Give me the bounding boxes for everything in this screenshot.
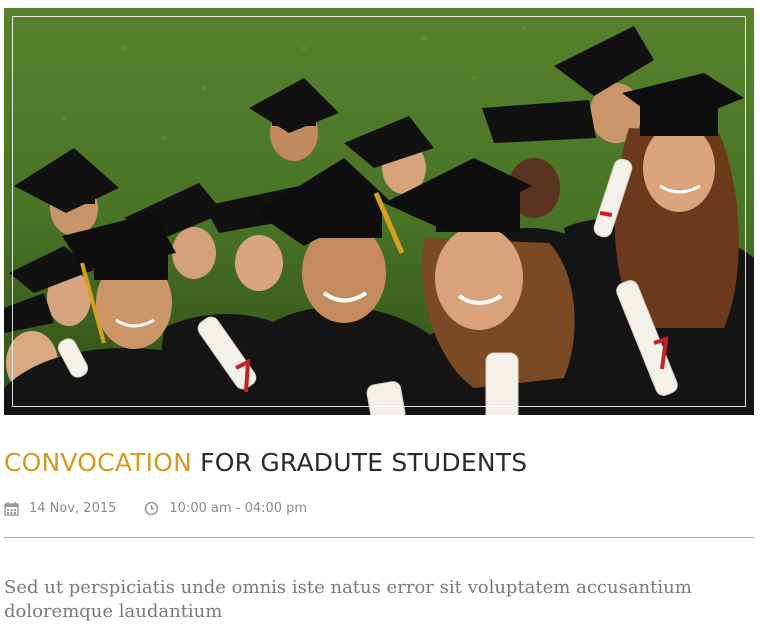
graduates-photo [4, 8, 754, 415]
event-excerpt: Sed ut perspiciatis unde omnis iste natu… [4, 577, 692, 622]
event-date: 14 Nov, 2015 [4, 501, 116, 516]
event-time-text: 10:00 am - 04:00 pm [169, 500, 308, 516]
event-time: 10:00 am - 04:00 pm [144, 501, 307, 516]
event-date-text: 14 Nov, 2015 [29, 500, 117, 516]
event-title[interactable]: CONVOCATION FOR GRADUTE STUDENTS [4, 447, 754, 479]
calendar-icon [4, 501, 19, 516]
divider [4, 537, 754, 538]
clock-icon [145, 501, 159, 515]
title-highlight: CONVOCATION [4, 448, 193, 477]
event-meta: 14 Nov, 2015 10:00 am - 04:00 pm [4, 499, 754, 517]
event-card: CONVOCATION FOR GRADUTE STUDENTS 14 Nov,… [4, 8, 754, 624]
title-rest: FOR GRADUTE STUDENTS [200, 448, 528, 477]
event-image[interactable] [4, 8, 754, 415]
